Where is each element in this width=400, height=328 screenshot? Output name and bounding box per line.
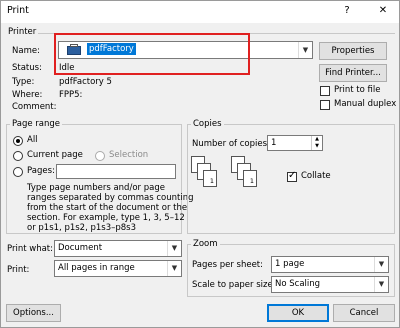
- chevron-down-icon[interactable]: ▼: [374, 257, 388, 272]
- collate-checkbox[interactable]: [287, 170, 297, 182]
- properties-button[interactable]: Properties: [319, 42, 387, 60]
- pages-per-sheet-label: Pages per sheet:: [192, 260, 264, 270]
- print-label: Print:: [7, 265, 30, 275]
- selection-radio: [95, 151, 105, 161]
- help-icon[interactable]: ?: [339, 3, 355, 19]
- print-to-file-label[interactable]: Print to file: [334, 85, 380, 95]
- status-label: Status:: [12, 63, 42, 73]
- chevron-down-icon[interactable]: ▼: [167, 261, 181, 276]
- pages-help-text-4: section. For example, type 1, 3, 5–12: [27, 213, 185, 223]
- title-bar: Print ? ✕: [1, 1, 399, 23]
- pages-help-text-3: from the start of the document or the: [27, 203, 188, 213]
- pages-radio[interactable]: [13, 167, 23, 177]
- collate-label[interactable]: Collate: [301, 171, 331, 181]
- find-printer-button[interactable]: Find Printer...: [319, 64, 387, 82]
- copies-number-value: 1: [271, 138, 277, 148]
- collate-illustration: 3 2 1 3 2 1: [191, 156, 281, 206]
- pages-label[interactable]: Pages:: [27, 166, 55, 176]
- pages-help-text-5: or p1s1, p1s2, p1s3–p8s3: [27, 223, 137, 233]
- print-what-value: Document: [58, 243, 103, 253]
- zoom-group-label: Zoom: [191, 239, 220, 249]
- selection-label: Selection: [109, 150, 149, 160]
- status-value: Idle: [59, 63, 75, 73]
- where-label: Where:: [12, 90, 43, 100]
- page-range-all-radio[interactable]: [13, 136, 23, 146]
- page-range-group-label: Page range: [10, 119, 62, 129]
- where-value: FPP5:: [59, 90, 83, 100]
- scale-label: Scale to paper size:: [192, 280, 276, 290]
- copies-number-input[interactable]: 1 ▲ ▼: [267, 135, 323, 151]
- cancel-button[interactable]: Cancel: [333, 304, 395, 322]
- window-title: Print: [7, 5, 29, 16]
- copies-group-label: Copies: [191, 119, 224, 129]
- scale-value: No Scaling: [275, 279, 321, 289]
- print-select[interactable]: All pages in range ▼: [54, 260, 182, 277]
- pages-per-sheet-select[interactable]: 1 page ▼: [271, 256, 389, 273]
- manual-duplex-label[interactable]: Manual duplex: [334, 99, 396, 109]
- manual-duplex-checkbox[interactable]: [320, 100, 330, 110]
- pages-help-text-2: ranges separated by commas counting: [27, 193, 194, 203]
- pages-per-sheet-value: 1 page: [275, 259, 305, 269]
- options-button[interactable]: Options...: [6, 304, 61, 322]
- pages-help-text-1: Type page numbers and/or page: [27, 183, 165, 193]
- comment-label: Comment:: [12, 102, 57, 112]
- page-range-all-label[interactable]: All: [27, 135, 38, 145]
- chevron-down-icon[interactable]: ▼: [167, 241, 181, 256]
- ok-button[interactable]: OK: [267, 304, 329, 322]
- scale-select[interactable]: No Scaling ▼: [271, 276, 389, 293]
- type-label: Type:: [12, 77, 35, 87]
- print-dialog: Print ? ✕ Printer Name: pdfFactory ▼ Sta…: [0, 0, 400, 328]
- current-page-label[interactable]: Current page: [27, 150, 83, 160]
- chevron-down-icon[interactable]: ▼: [374, 277, 388, 292]
- print-value: All pages in range: [58, 263, 135, 273]
- printer-group-label: Printer: [6, 27, 39, 37]
- copies-spinner[interactable]: ▲ ▼: [311, 136, 322, 150]
- print-what-label: Print what:: [7, 244, 53, 254]
- pages-input[interactable]: [56, 164, 176, 179]
- current-page-radio[interactable]: [13, 151, 23, 161]
- print-to-file-checkbox[interactable]: [320, 86, 330, 96]
- chevron-down-icon[interactable]: ▼: [298, 42, 312, 58]
- copies-number-label: Number of copies:: [192, 139, 270, 149]
- print-what-select[interactable]: Document ▼: [54, 240, 182, 257]
- type-value: pdfFactory 5: [59, 77, 112, 87]
- printer-name-label: Name:: [12, 46, 40, 56]
- annotation-highlight-box: [54, 33, 250, 75]
- close-icon[interactable]: ✕: [375, 3, 391, 19]
